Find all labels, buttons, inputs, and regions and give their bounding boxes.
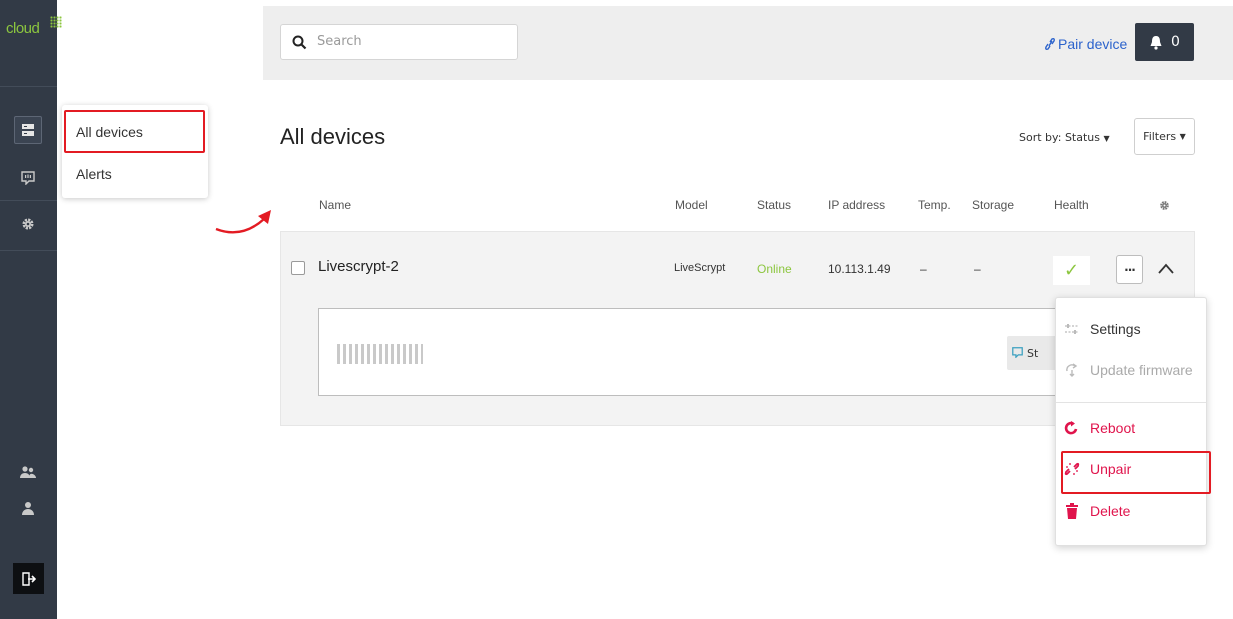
device-model: LiveScrypt <box>674 262 726 274</box>
column-header-ip[interactable]: IP address <box>828 198 885 212</box>
search-placeholder: Search <box>317 34 362 49</box>
stream-button[interactable]: St <box>1007 336 1059 370</box>
settings-sliders-icon <box>1064 321 1080 337</box>
rail-user-button[interactable] <box>14 494 42 522</box>
link-icon <box>1045 38 1055 50</box>
annotation-arrow <box>215 210 271 234</box>
device-ip: 10.113.1.49 <box>828 262 891 276</box>
update-firmware-icon <box>1064 362 1080 378</box>
notification-count: 0 <box>1171 34 1180 50</box>
rail-divider <box>0 200 57 201</box>
annotation-highlight-all-devices <box>64 110 205 153</box>
menu-item-delete[interactable]: Delete <box>1064 503 1130 519</box>
search-icon <box>292 35 307 50</box>
ellipsis-icon: ··· <box>1124 262 1136 277</box>
column-header-health[interactable]: Health <box>1054 198 1089 212</box>
logo-dots <box>50 16 62 28</box>
logout-icon <box>21 571 36 586</box>
menu-divider <box>1056 402 1206 403</box>
menu-item-label: Update firmware <box>1090 362 1193 378</box>
row-checkbox[interactable] <box>291 261 305 275</box>
column-settings-gear-icon[interactable] <box>1159 200 1170 211</box>
devices-icon <box>22 124 34 136</box>
alerts-icon <box>21 171 35 185</box>
device-status: Online <box>757 262 792 276</box>
rail-alerts-button[interactable] <box>14 164 42 192</box>
page-title: All devices <box>280 124 386 149</box>
trash-icon <box>1064 503 1080 519</box>
filters-button[interactable]: Filters ▼ <box>1134 118 1195 155</box>
device-storage: – <box>974 262 981 276</box>
device-name[interactable]: Livescrypt-2 <box>318 258 399 275</box>
bell-icon <box>1150 35 1162 50</box>
menu-item-label: Delete <box>1090 503 1131 519</box>
caret-down-icon: ▼ <box>1179 132 1186 141</box>
search-input[interactable]: Search <box>280 24 518 60</box>
user-icon <box>22 502 34 515</box>
caret-down-icon: ▼ <box>1103 134 1110 143</box>
device-preview-panel <box>318 308 1058 396</box>
menu-item-reboot[interactable]: Reboot <box>1064 420 1135 436</box>
annotation-highlight-unpair <box>1061 451 1211 494</box>
alerts-icon <box>1012 347 1023 358</box>
logout-button[interactable] <box>13 563 44 594</box>
sort-dropdown[interactable]: Sort by: Status ▼ <box>1019 131 1110 144</box>
sort-label: Sort by: Status <box>1019 131 1100 144</box>
rail-devices-button[interactable] <box>14 116 42 144</box>
collapse-row-chevron-up-icon[interactable] <box>1157 260 1175 278</box>
reboot-icon <box>1064 420 1080 436</box>
column-header-temp[interactable]: Temp. <box>918 198 951 212</box>
pair-device-label: Pair device <box>1058 36 1128 52</box>
menu-item-update-firmware[interactable]: Update firmware <box>1064 362 1193 378</box>
top-bar: Search Pair device 0 <box>263 6 1233 80</box>
rail-divider <box>0 250 57 251</box>
users-icon <box>20 466 36 478</box>
filters-label: Filters <box>1143 130 1177 143</box>
menu-item-label: Settings <box>1090 321 1141 337</box>
pair-device-link[interactable]: Pair device <box>1044 36 1127 52</box>
logo: cloud <box>6 16 62 37</box>
left-rail: cloud <box>0 0 62 619</box>
rail-divider <box>0 86 57 87</box>
more-actions-button[interactable]: ··· <box>1116 255 1143 284</box>
device-temp: – <box>920 262 927 276</box>
health-check-icon: ✓ <box>1053 256 1090 285</box>
column-header-status[interactable]: Status <box>757 198 791 212</box>
column-header-name[interactable]: Name <box>319 198 351 212</box>
gear-icon <box>22 218 34 230</box>
column-header-storage[interactable]: Storage <box>972 198 1014 212</box>
menu-item-settings[interactable]: Settings <box>1064 321 1141 337</box>
row-actions-menu: Settings Update firmware Reboot Unpair D… <box>1055 297 1207 546</box>
notifications-button[interactable]: 0 <box>1135 23 1194 61</box>
rail-settings-button[interactable] <box>14 210 42 238</box>
column-header-model[interactable]: Model <box>675 198 708 212</box>
menu-item-label: Reboot <box>1090 420 1136 436</box>
flyout-item-alerts[interactable]: Alerts <box>76 166 112 182</box>
stream-button-label: St <box>1027 346 1039 360</box>
rail-users-button[interactable] <box>14 458 42 486</box>
preview-placeholder-bars <box>337 344 423 364</box>
